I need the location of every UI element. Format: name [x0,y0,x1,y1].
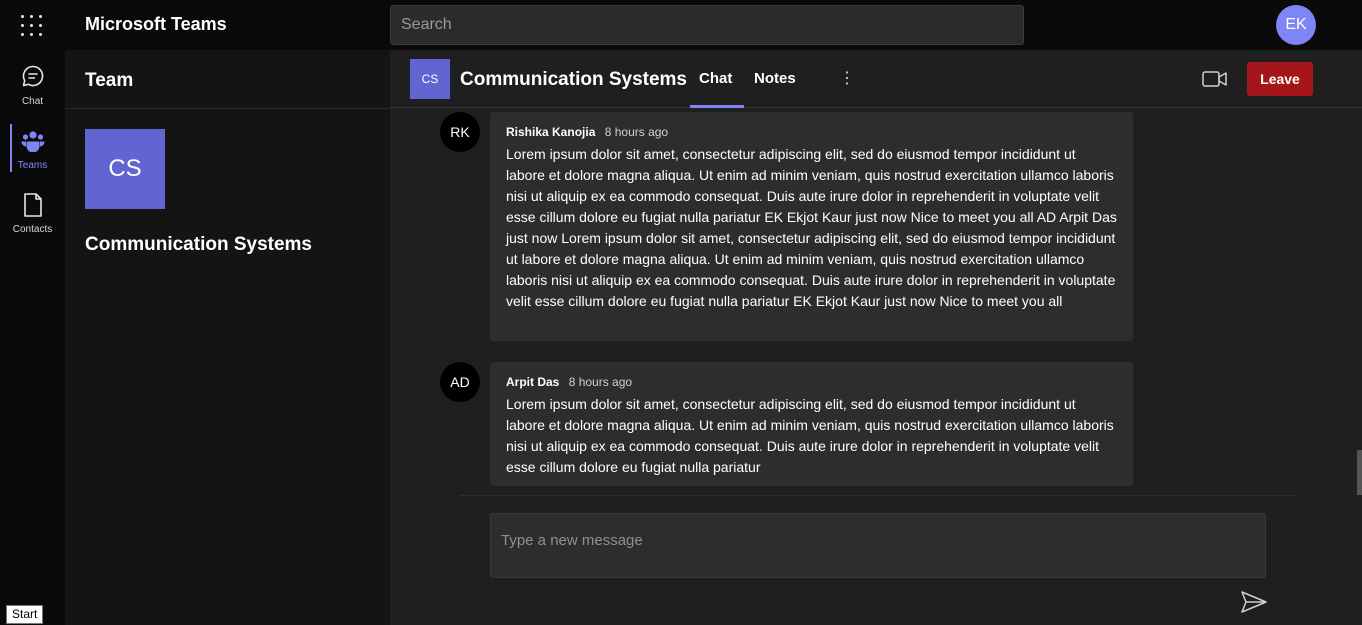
channel-avatar: CS [410,59,450,99]
send-icon[interactable] [1240,590,1268,614]
panel-title: Team [85,70,134,91]
team-name[interactable]: Communication Systems [85,234,312,256]
message-bubble: Rishika Kanojia 8 hours ago Lorem ipsum … [490,112,1133,341]
author-avatar: RK [440,112,480,152]
divider [460,495,1295,496]
divider [65,108,390,109]
author-avatar: AD [440,362,480,402]
active-tab-underline [690,105,744,108]
rail-item-label: Chat [21,96,44,107]
team-tile[interactable]: CS [85,129,165,209]
contacts-icon [24,193,42,217]
channel-title: Communication Systems [460,69,687,90]
message-text: Lorem ipsum dolor sit amet, consectetur … [506,396,1114,475]
leave-button[interactable]: Leave [1247,62,1313,96]
user-avatar[interactable]: EK [1276,5,1316,45]
app-launcher-icon[interactable] [21,15,43,37]
message-time: 8 hours ago [568,375,633,389]
message-time: 8 hours ago [604,125,669,139]
message-author: Rishika Kanojia [506,125,596,139]
video-call-icon[interactable] [1202,70,1228,88]
search-input[interactable] [390,5,1024,45]
rail-item-contacts[interactable]: Contacts [0,178,65,235]
rail-item-label: Contacts [12,224,53,235]
scrollbar-thumb[interactable] [1357,450,1362,495]
app-title: Microsoft Teams [85,14,227,34]
tab-chat[interactable]: Chat [699,70,732,87]
team-panel: Team CS Communication Systems [65,50,390,625]
start-tooltip: Start [6,605,44,624]
more-options-icon[interactable]: ⋮ [839,68,855,88]
top-bar: Microsoft Teams EK [0,0,1362,50]
teams-icon [21,131,45,152]
rail-item-label: Teams [17,160,48,171]
rail-item-chat[interactable]: Chat [0,50,65,107]
chat-icon [22,65,44,87]
message-bubble: Arpit Das 8 hours ago Lorem ipsum dolor … [490,362,1133,486]
message-author: Arpit Das [506,375,560,389]
app-rail: Chat Teams Contacts [0,50,65,625]
tab-notes[interactable]: Notes [754,70,796,87]
message-compose-input[interactable] [490,513,1266,578]
channel-header: CS Communication Systems Chat Notes ⋮ Le… [390,50,1362,108]
rail-item-teams[interactable]: Teams [0,114,65,171]
message-text: Lorem ipsum dolor sit amet, consectetur … [506,146,1117,309]
